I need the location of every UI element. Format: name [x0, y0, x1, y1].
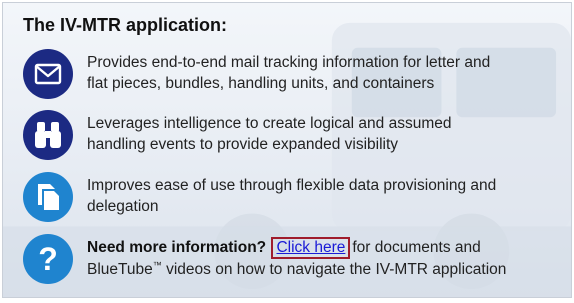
feature-text: Provides end-to-end mail tracking inform…: [87, 52, 571, 94]
feature-line-1: Provides end-to-end mail tracking inform…: [87, 54, 491, 71]
feature-line-2: flat pieces, bundles, handling units, an…: [87, 75, 435, 92]
feature-item-tracking: Provides end-to-end mail tracking inform…: [23, 49, 571, 99]
envelope-icon: [23, 49, 73, 99]
feature-line-2: handling events to provide expanded visi…: [87, 136, 399, 153]
feature-item-intelligence: Leverages intelligence to create logical…: [23, 110, 571, 160]
feature-text: Leverages intelligence to create logical…: [87, 113, 571, 155]
question-mark-icon: ?: [23, 234, 73, 284]
binoculars-icon: [23, 110, 73, 160]
trademark-symbol: ™: [152, 259, 162, 270]
feature-item-ease-of-use: Improves ease of use through flexible da…: [23, 172, 571, 222]
feature-text: Improves ease of use through flexible da…: [87, 175, 571, 217]
help-line-1: Need more information? Click here for doc…: [87, 237, 571, 259]
link-highlight-box: Click here: [271, 237, 351, 259]
help-item: ? Need more information? Click here for d…: [23, 234, 571, 284]
bluetube-label: BlueTube: [87, 261, 153, 278]
help-line-2-rest: videos on how to navigate the IV-MTR app…: [161, 261, 507, 278]
help-text: Need more information? Click here for doc…: [87, 237, 571, 280]
click-here-link[interactable]: Click here: [276, 239, 345, 256]
feature-line-1: Leverages intelligence to create logical…: [87, 115, 452, 132]
feature-line-1: Improves ease of use through flexible da…: [87, 177, 497, 194]
help-after-link: for documents and: [352, 239, 481, 256]
help-line-2: BlueTube™ videos on how to navigate the …: [87, 259, 571, 280]
documents-icon: [23, 172, 73, 222]
info-panel: The IV-MTR application: Provides end-to-…: [2, 2, 572, 298]
page-title: The IV-MTR application:: [23, 15, 228, 35]
help-heading: Need more information?: [87, 239, 267, 256]
svg-text:?: ?: [38, 241, 58, 277]
feature-line-2: delegation: [87, 198, 159, 215]
